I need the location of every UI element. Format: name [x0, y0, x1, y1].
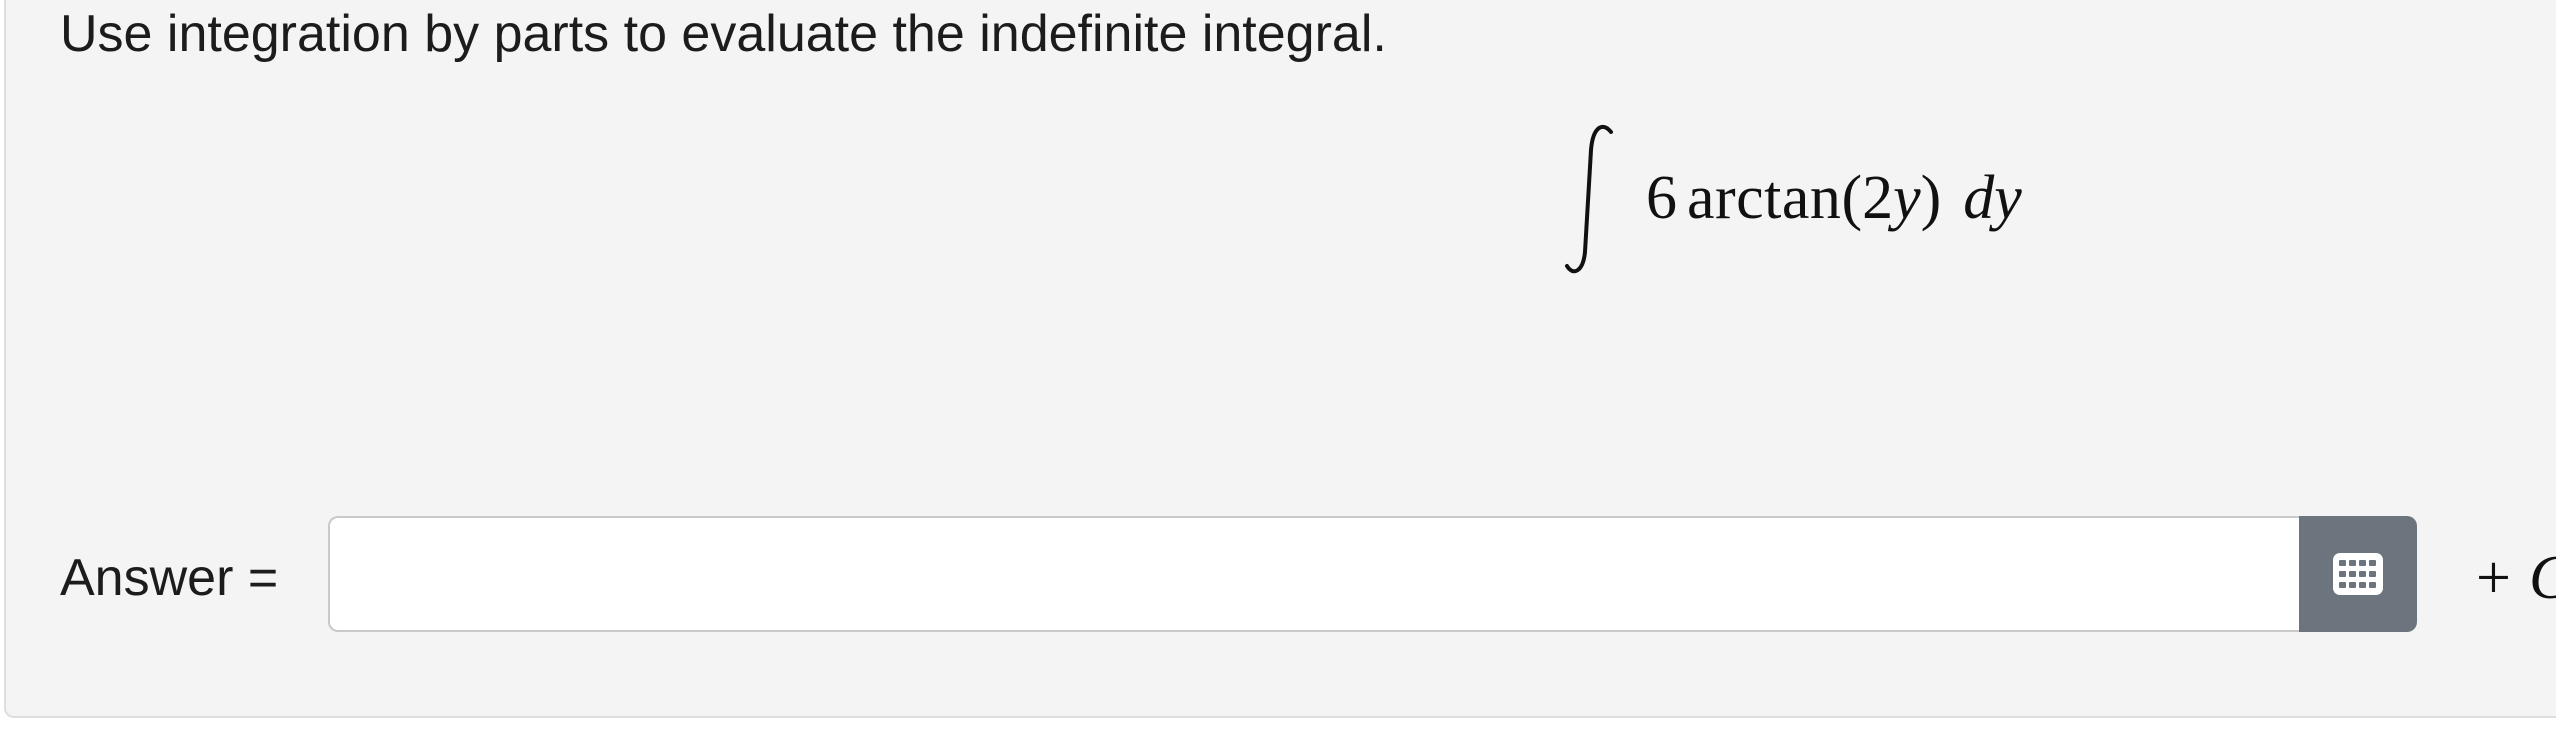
close-paren: )	[1920, 164, 1942, 232]
argument-variable: y	[1893, 164, 1921, 232]
integral-expression: 6 arctan(2y) dy	[1646, 162, 2022, 234]
constant-c: C	[2529, 544, 2556, 612]
differential: dy	[1963, 164, 2022, 232]
open-paren: (	[1841, 164, 1863, 232]
integral-function: arctan	[1687, 164, 1842, 232]
argument-coefficient: 2	[1862, 164, 1894, 232]
answer-label: Answer =	[60, 549, 279, 607]
integral-coefficient: 6	[1646, 164, 1677, 232]
keypad-button[interactable]	[2299, 516, 2417, 632]
question-prompt: Use integration by parts to evaluate the…	[60, 5, 1387, 63]
keypad-icon	[2333, 553, 2383, 595]
integral-sign-icon	[1565, 124, 1613, 274]
question-card: Use integration by parts to evaluate the…	[4, 0, 2556, 718]
answer-input[interactable]	[328, 516, 2300, 632]
plus-sign: +	[2476, 544, 2511, 612]
plus-constant: +C	[2476, 542, 2556, 614]
